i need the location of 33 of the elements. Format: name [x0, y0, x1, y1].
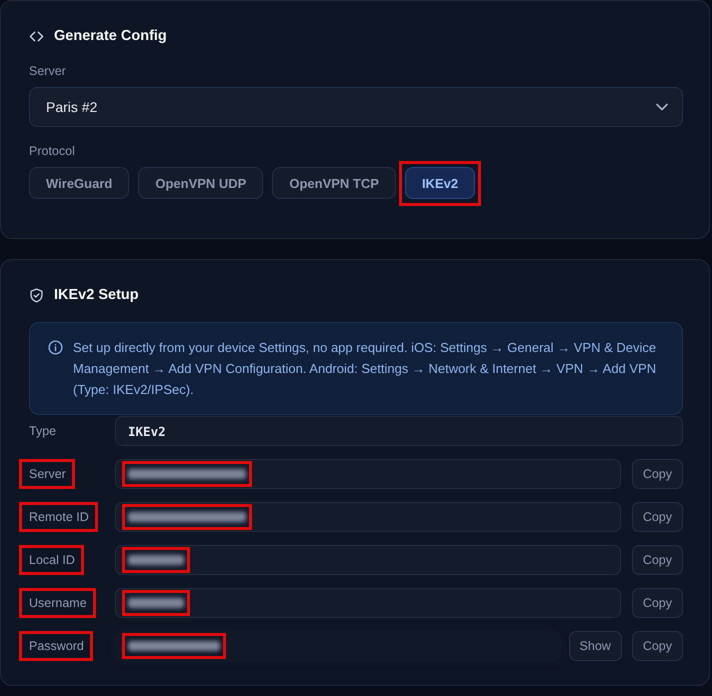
field-label: Password — [29, 638, 84, 654]
field-label: Local ID — [29, 552, 75, 568]
protocol-tab[interactable]: IKEv2 — [404, 167, 476, 199]
copy-button[interactable]: Copy — [632, 631, 683, 661]
server-select[interactable]: Paris #2 — [29, 87, 683, 127]
value-field[interactable] — [115, 545, 621, 575]
field-label: Type — [29, 423, 56, 439]
value-field[interactable] — [115, 588, 621, 618]
info-icon — [48, 340, 63, 355]
value-field[interactable] — [115, 459, 621, 489]
value-field[interactable] — [115, 502, 621, 532]
card-title: IKEv2 Setup — [54, 287, 139, 303]
blurred-value — [128, 555, 184, 565]
copy-button[interactable]: Copy — [632, 502, 683, 532]
copy-button[interactable]: Copy — [632, 459, 683, 489]
field-label: Server — [29, 466, 66, 482]
protocol-tab[interactable]: OpenVPN TCP — [272, 167, 396, 199]
code-brackets-icon — [29, 28, 44, 44]
value-field[interactable]: IKEv2 — [115, 416, 683, 446]
field-label: Server — [29, 63, 67, 79]
copy-button[interactable]: Copy — [632, 588, 683, 618]
shield-check-icon — [29, 288, 44, 302]
card-title: Generate Config — [54, 28, 167, 44]
copy-button[interactable]: Copy — [632, 545, 683, 575]
field-label: Protocol — [29, 143, 76, 159]
info-text: Set up directly from your device Settings, no app required. iOS: Settings → General → VPN & Device Management → Add VPN Configuration. Android: Settings → Network & Internet → VPN → Add VPN (Type: IKEv2/IPSec). — [73, 339, 658, 399]
protocol-tab[interactable]: OpenVPN UDP — [138, 167, 264, 199]
field-label: Remote ID — [29, 509, 89, 525]
protocol-tab[interactable]: WireGuard — [29, 167, 130, 199]
show-button[interactable]: Show — [568, 631, 622, 661]
chevron-down-icon — [656, 103, 668, 111]
field-label: Username — [29, 595, 87, 611]
blurred-value — [128, 598, 184, 608]
